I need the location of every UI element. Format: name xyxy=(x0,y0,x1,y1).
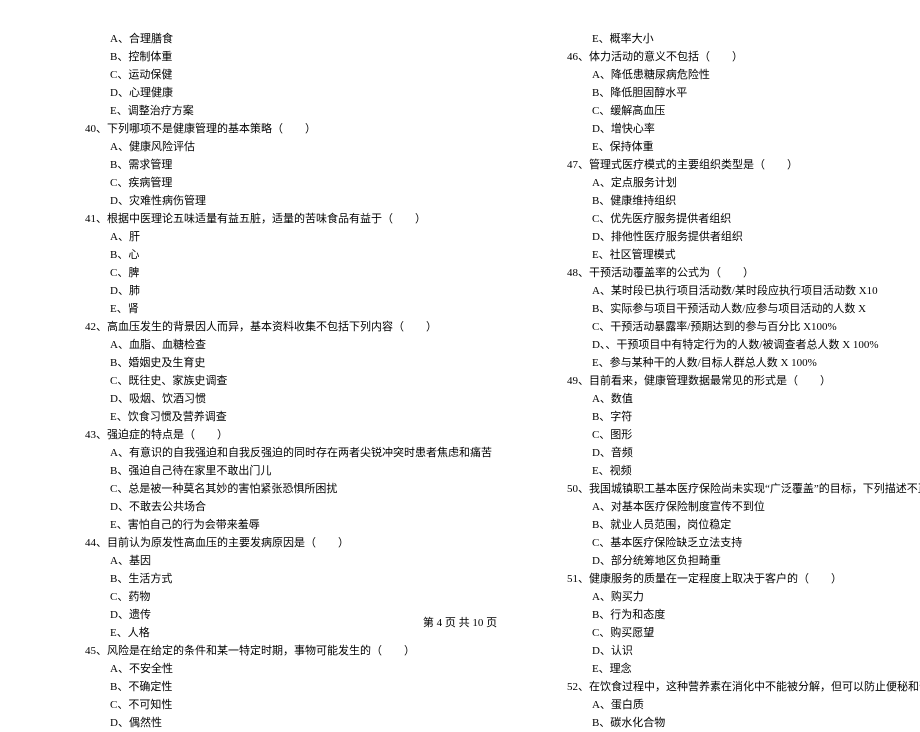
option-line: C、药物 xyxy=(30,588,492,606)
option-line: B、实际参与项目干预活动人数/应参与项目活动的人数 X xyxy=(512,300,920,318)
option-line: C、不可知性 xyxy=(30,696,492,714)
option-line: D、不敢去公共场合 xyxy=(30,498,492,516)
option-line: A、血脂、血糖检查 xyxy=(30,336,492,354)
option-line: B、心 xyxy=(30,246,492,264)
option-line: C、疾病管理 xyxy=(30,174,492,192)
option-line: B、婚姻史及生育史 xyxy=(30,354,492,372)
question-line: 45、风险是在给定的条件和某一特定时期，事物可能发生的（ ） xyxy=(30,642,492,660)
option-line: D、、干预项目中有特定行为的人数/被调查者总人数 X 100% xyxy=(512,336,920,354)
option-line: E、饮食习惯及营养调查 xyxy=(30,408,492,426)
question-line: 51、健康服务的质量在一定程度上取决于客户的（ ） xyxy=(512,570,920,588)
option-line: C、总是被一种莫名其妙的害怕紧张恐惧所困扰 xyxy=(30,480,492,498)
question-line: 43、强迫症的特点是（ ） xyxy=(30,426,492,444)
option-line: E、参与某种干的人数/目标人群总人数 X 100% xyxy=(512,354,920,372)
question-line: 48、干预活动覆盖率的公式为（ ） xyxy=(512,264,920,282)
option-line: C、购买愿望 xyxy=(512,624,920,642)
option-line: B、生活方式 xyxy=(30,570,492,588)
option-line: E、调整治疗方案 xyxy=(30,102,492,120)
option-line: C、运动保健 xyxy=(30,66,492,84)
option-line: A、不安全性 xyxy=(30,660,492,678)
option-line: B、健康维持组织 xyxy=(512,192,920,210)
option-line: C、图形 xyxy=(512,426,920,444)
option-line: A、购买力 xyxy=(512,588,920,606)
option-line: B、强迫自己待在家里不敢出门儿 xyxy=(30,462,492,480)
option-line: D、排他性医疗服务提供者组织 xyxy=(512,228,920,246)
option-line: E、概率大小 xyxy=(512,30,920,48)
option-line: A、合理膳食 xyxy=(30,30,492,48)
option-line: D、增快心率 xyxy=(512,120,920,138)
question-line: 52、在饮食过程中，这种营养素在消化中不能被分解，但可以防止便秘和帮助预防痔疮的… xyxy=(512,678,920,696)
question-line: 46、体力活动的意义不包括（ ） xyxy=(512,48,920,66)
option-line: D、灾难性病伤管理 xyxy=(30,192,492,210)
option-line: A、定点服务计划 xyxy=(512,174,920,192)
option-line: E、社区管理模式 xyxy=(512,246,920,264)
option-line: D、偶然性 xyxy=(30,714,492,732)
option-line: B、碳水化合物 xyxy=(512,714,920,732)
option-line: C、缓解高血压 xyxy=(512,102,920,120)
option-line: B、字符 xyxy=(512,408,920,426)
option-line: C、优先医疗服务提供者组织 xyxy=(512,210,920,228)
option-line: A、降低患糖尿病危险性 xyxy=(512,66,920,84)
option-line: B、降低胆固醇水平 xyxy=(512,84,920,102)
option-line: D、部分统筹地区负担畸重 xyxy=(512,552,920,570)
option-line: B、就业人员范围，岗位稳定 xyxy=(512,516,920,534)
option-line: B、需求管理 xyxy=(30,156,492,174)
option-line: C、既往史、家族史调查 xyxy=(30,372,492,390)
option-line: A、某时段已执行项目活动数/某时段应执行项目活动数 X10 xyxy=(512,282,920,300)
option-line: E、理念 xyxy=(512,660,920,678)
option-line: A、数值 xyxy=(512,390,920,408)
option-line: D、心理健康 xyxy=(30,84,492,102)
option-line: E、肾 xyxy=(30,300,492,318)
option-line: A、健康风险评估 xyxy=(30,138,492,156)
option-line: C、干预活动暴露率/预期达到的参与百分比 X100% xyxy=(512,318,920,336)
option-line: E、害怕自己的行为会带来羞辱 xyxy=(30,516,492,534)
option-line: C、脾 xyxy=(30,264,492,282)
option-line: D、认识 xyxy=(512,642,920,660)
option-line: D、吸烟、饮酒习惯 xyxy=(30,390,492,408)
option-line: B、不确定性 xyxy=(30,678,492,696)
left-column: A、合理膳食B、控制体重C、运动保健D、心理健康E、调整治疗方案40、下列哪项不… xyxy=(20,30,502,610)
option-line: E、保持体重 xyxy=(512,138,920,156)
option-line: A、对基本医疗保险制度宣传不到位 xyxy=(512,498,920,516)
question-line: 50、我国城镇职工基本医疗保险尚未实现“广泛覆盖”的目标，下列描述不正确的是（ … xyxy=(512,480,920,498)
question-line: 42、高血压发生的背景因人而异，基本资料收集不包括下列内容（ ） xyxy=(30,318,492,336)
option-line: A、蛋白质 xyxy=(512,696,920,714)
option-line: D、音频 xyxy=(512,444,920,462)
option-line: A、基因 xyxy=(30,552,492,570)
question-line: 47、管理式医疗模式的主要组织类型是（ ） xyxy=(512,156,920,174)
option-line: B、行为和态度 xyxy=(512,606,920,624)
question-line: 41、根据中医理论五味适量有益五脏，适量的苦味食品有益于（ ） xyxy=(30,210,492,228)
option-line: B、控制体重 xyxy=(30,48,492,66)
question-line: 44、目前认为原发性高血压的主要发病原因是（ ） xyxy=(30,534,492,552)
option-line: A、肝 xyxy=(30,228,492,246)
question-line: 49、目前看来，健康管理数据最常见的形式是（ ） xyxy=(512,372,920,390)
option-line: C、基本医疗保险缺乏立法支持 xyxy=(512,534,920,552)
option-line: A、有意识的自我强迫和自我反强迫的同时存在两者尖锐冲突时患者焦虑和痛苦 xyxy=(30,444,492,462)
question-line: 40、下列哪项不是健康管理的基本策略（ ） xyxy=(30,120,492,138)
page-content: A、合理膳食B、控制体重C、运动保健D、心理健康E、调整治疗方案40、下列哪项不… xyxy=(0,0,920,610)
right-column: E、概率大小46、体力活动的意义不包括（ ）A、降低患糖尿病危险性B、降低胆固醇… xyxy=(502,30,920,610)
option-line: D、肺 xyxy=(30,282,492,300)
option-line: E、视频 xyxy=(512,462,920,480)
